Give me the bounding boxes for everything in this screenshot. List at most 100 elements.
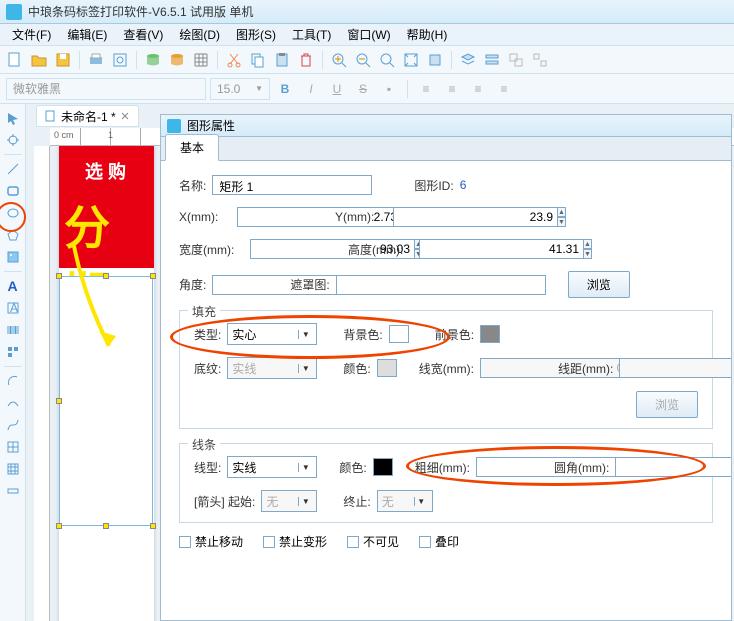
open-icon[interactable]	[28, 49, 50, 71]
close-tab-icon[interactable]	[120, 111, 130, 121]
panel-title: 图形属性	[187, 117, 235, 134]
fill-type-combo[interactable]: 实心▼	[227, 323, 317, 345]
polygon-tool-icon[interactable]	[3, 225, 23, 245]
mask-input[interactable]	[336, 275, 546, 295]
db2-icon[interactable]	[166, 49, 188, 71]
menu-file[interactable]: 文件(F)	[4, 24, 59, 45]
font-size-combo[interactable]: 15.0▼	[210, 78, 270, 100]
strike-icon[interactable]: S	[352, 78, 374, 100]
bgcolor-swatch[interactable]	[389, 325, 409, 343]
name-label: 名称:	[179, 177, 206, 194]
line-thick-input[interactable]: ▲▼	[476, 457, 532, 477]
paste-icon[interactable]	[271, 49, 293, 71]
print-icon[interactable]	[85, 49, 107, 71]
lined-label: 线距(mm):	[558, 360, 613, 377]
name-input[interactable]	[212, 175, 372, 195]
zoom-sel-icon[interactable]	[424, 49, 446, 71]
browse-button[interactable]: 浏览	[568, 271, 630, 298]
mask-label: 遮罩图:	[290, 276, 329, 293]
height-input[interactable]: ▲▼	[419, 239, 491, 259]
align-center-icon[interactable]: ≡	[441, 78, 463, 100]
cut-icon[interactable]	[223, 49, 245, 71]
zoom-out-icon[interactable]	[352, 49, 374, 71]
ruler-tool-icon[interactable]	[3, 481, 23, 501]
save-icon[interactable]	[52, 49, 74, 71]
zoom-fit-icon[interactable]	[376, 49, 398, 71]
ellipse-tool-icon[interactable]	[3, 203, 23, 223]
width-input[interactable]: ▲▼	[250, 239, 322, 259]
image-tool-icon[interactable]	[3, 247, 23, 267]
selected-rectangle[interactable]	[59, 276, 153, 526]
zoom-in-icon[interactable]	[328, 49, 350, 71]
width-label: 宽度(mm):	[179, 241, 244, 258]
align-right-icon[interactable]: ≡	[467, 78, 489, 100]
grid-tool-icon[interactable]	[3, 459, 23, 479]
fill-legend: 填充	[188, 303, 220, 320]
roundrect-tool-icon[interactable]	[3, 181, 23, 201]
grid-icon[interactable]	[190, 49, 212, 71]
x-input[interactable]: ▲▼	[237, 207, 309, 227]
underline-icon[interactable]: U	[326, 78, 348, 100]
red-header-shape[interactable]: 选 购 分期	[59, 146, 154, 268]
line-tool-icon[interactable]	[3, 159, 23, 179]
line-round-input[interactable]: ▲▼	[615, 457, 671, 477]
align-icon[interactable]	[481, 49, 503, 71]
curve-tool-icon[interactable]	[3, 393, 23, 413]
preview-icon[interactable]	[109, 49, 131, 71]
layer-icon[interactable]	[457, 49, 479, 71]
shapeid-value: 6	[460, 178, 467, 192]
delete-icon[interactable]	[295, 49, 317, 71]
table-tool-icon[interactable]	[3, 437, 23, 457]
ungroup-icon	[529, 49, 551, 71]
select-tool-icon[interactable]	[3, 108, 23, 128]
line-style-combo[interactable]: 实线▼	[227, 456, 317, 478]
line-color-swatch[interactable]	[373, 458, 393, 476]
bezier-tool-icon[interactable]	[3, 415, 23, 435]
lock-resize-checkbox[interactable]: 禁止变形	[263, 533, 327, 550]
arrow-start-combo: 无▼	[261, 490, 317, 512]
vertical-toolbar: A A	[0, 104, 26, 621]
menu-window[interactable]: 窗口(W)	[339, 24, 398, 45]
font-name-combo[interactable]: 微软雅黑	[6, 78, 206, 100]
y-input[interactable]: ▲▼	[393, 207, 465, 227]
italic-icon[interactable]: I	[300, 78, 322, 100]
arrow-start-label: [箭头] 起始:	[194, 493, 255, 510]
new-icon[interactable]	[4, 49, 26, 71]
format-bar: 微软雅黑 15.0▼ B I U S ▪ ≡ ≡ ≡ ≡	[0, 74, 734, 104]
document-tab[interactable]: 未命名-1 *	[36, 105, 139, 127]
qrcode-tool-icon[interactable]	[3, 342, 23, 362]
line-round-label: 圆角(mm):	[554, 459, 609, 476]
menu-draw[interactable]: 绘图(D)	[171, 24, 228, 45]
line-fieldset: 线条 线型: 实线▼ 颜色: 粗细(mm): ▲▼ 圆角(mm): ▲▼ [箭头…	[179, 443, 713, 523]
menu-bar: 文件(F) 编辑(E) 查看(V) 绘图(D) 图形(S) 工具(T) 窗口(W…	[0, 24, 734, 46]
pattern-color-swatch	[377, 359, 397, 377]
menu-tool[interactable]: 工具(T)	[284, 24, 339, 45]
menu-view[interactable]: 查看(V)	[115, 24, 171, 45]
properties-titlebar[interactable]: 图形属性	[161, 115, 731, 137]
tab-basic[interactable]: 基本	[165, 134, 219, 161]
fill-type-label: 类型:	[194, 326, 221, 343]
align-justify-icon[interactable]: ≡	[493, 78, 515, 100]
align-left-icon[interactable]: ≡	[415, 78, 437, 100]
fgcolor-swatch[interactable]	[480, 325, 500, 343]
zoom-page-icon[interactable]	[400, 49, 422, 71]
db-icon[interactable]	[142, 49, 164, 71]
fgcolor-label: 前景色:	[435, 326, 474, 343]
fontcolor-icon[interactable]: ▪	[378, 78, 400, 100]
richtext-tool-icon[interactable]: A	[3, 298, 23, 318]
menu-help[interactable]: 帮助(H)	[399, 24, 456, 45]
invisible-checkbox[interactable]: 不可见	[347, 533, 399, 550]
angle-input[interactable]: ▲▼	[212, 275, 264, 295]
pan-tool-icon[interactable]	[3, 130, 23, 150]
bold-icon[interactable]: B	[274, 78, 296, 100]
arc-tool-icon[interactable]	[3, 371, 23, 391]
copy-icon[interactable]	[247, 49, 269, 71]
menu-edit[interactable]: 编辑(E)	[59, 24, 115, 45]
barcode-tool-icon[interactable]	[3, 320, 23, 340]
properties-panel: 图形属性 基本 名称: 图形ID: 6 X(mm): ▲▼ Y(mm): ▲▼ …	[160, 114, 732, 621]
title-bar: 中琅条码标签打印软件-V6.5.1 试用版 单机	[0, 0, 734, 24]
menu-shape[interactable]: 图形(S)	[228, 24, 284, 45]
overprint-checkbox[interactable]: 叠印	[419, 533, 459, 550]
lock-move-checkbox[interactable]: 禁止移动	[179, 533, 243, 550]
text-tool-icon[interactable]: A	[3, 276, 23, 296]
